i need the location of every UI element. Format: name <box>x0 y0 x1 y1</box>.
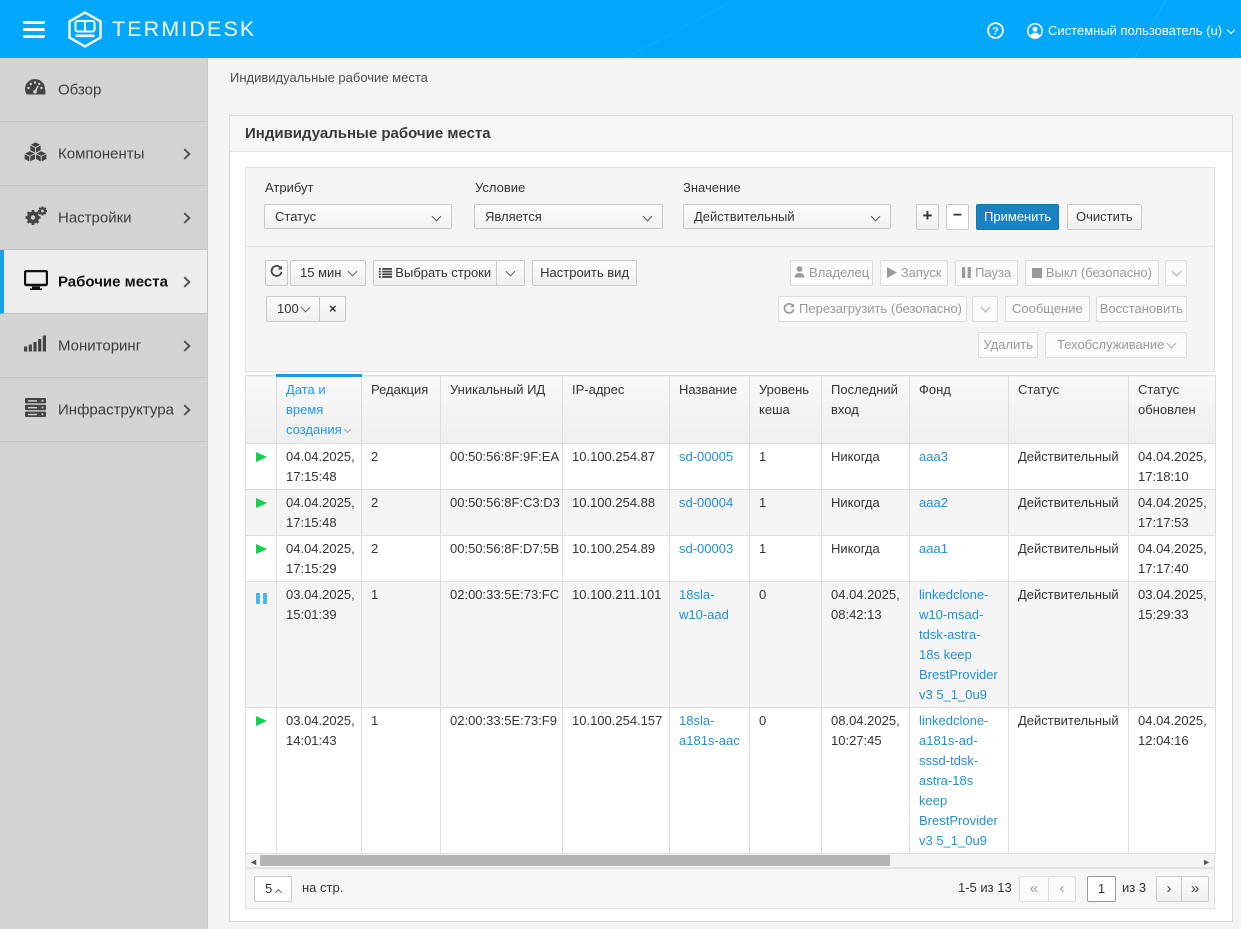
svg-text:?: ? <box>992 26 999 38</box>
